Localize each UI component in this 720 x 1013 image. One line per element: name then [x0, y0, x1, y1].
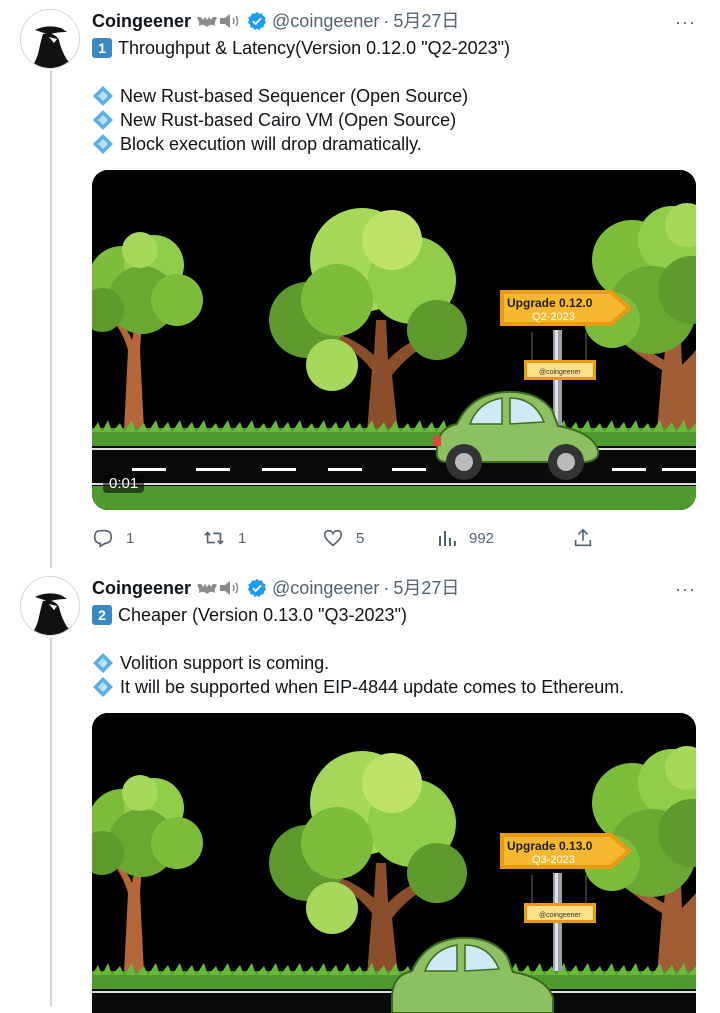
video-player[interactable]: Upgrade 0.12.0 Q2-2023 @coingeener 0:01 [92, 170, 696, 510]
reply-count: 1 [126, 529, 135, 547]
tweet-headline: 1 Throughput & Latency(Version 0.12.0 "Q… [92, 36, 510, 60]
bullet-item: Volition support is coming. [92, 651, 624, 675]
headline-text: Throughput & Latency(Version 0.12.0 "Q2-… [118, 38, 511, 58]
author-name[interactable]: Coingeener [92, 10, 191, 32]
bullet-item: Block execution will drop dramatically. [92, 132, 510, 156]
tweet-text: 1 Throughput & Latency(Version 0.12.0 "Q… [92, 36, 510, 156]
retweet-count: 1 [238, 529, 247, 547]
reply-icon [93, 529, 113, 548]
author-name[interactable]: Coingeener [92, 577, 191, 599]
tweet[interactable]: Coingeener @coingeener · 5月27日 ··· 1 Thr… [0, 0, 720, 568]
tweet-date[interactable]: 5月27日 [393, 10, 459, 32]
separator-dot: · [383, 11, 390, 31]
author-handle[interactable]: @coingeener [272, 10, 379, 32]
headline-text: Cheaper (Version 0.13.0 "Q3-2023") [118, 605, 407, 625]
bullet-text: Block execution will drop dramatically. [120, 134, 422, 154]
more-options-icon[interactable]: ··· [675, 579, 696, 600]
name-emoji [196, 580, 243, 596]
video-frame: Upgrade 0.13.0 Q3-2023 @coingeener [92, 713, 696, 1013]
name-emoji [196, 13, 243, 29]
view-count: 992 [469, 529, 495, 547]
verified-badge-icon[interactable] [247, 578, 267, 598]
sign-subtitle: Q2-2023 [532, 311, 575, 323]
bullet-text: New Rust-based Sequencer (Open Source) [120, 86, 469, 106]
sign-plate-text: @coingeener [539, 369, 581, 376]
separator-dot: · [383, 578, 390, 598]
video-timestamp: 0:01 [103, 474, 145, 493]
tweet-text: 2 Cheaper (Version 0.13.0 "Q3-2023") Vol… [92, 603, 624, 699]
speaker-emoji-icon [220, 581, 239, 595]
tweet-headline: 2 Cheaper (Version 0.13.0 "Q3-2023") [92, 603, 624, 627]
views-chart-icon [439, 531, 456, 546]
diamond-dot-icon [93, 677, 113, 697]
sign-title: Upgrade 0.13.0 [507, 839, 593, 853]
retweet-icon [204, 531, 224, 545]
retweet-button[interactable]: 1 [202, 527, 322, 549]
tweet-header: Coingeener @coingeener · 5月27日 [92, 10, 459, 32]
video-frame: Upgrade 0.12.0 Q2-2023 @coingeener [92, 170, 696, 510]
heart-icon [323, 529, 343, 547]
views-button[interactable]: 992 [437, 528, 572, 548]
reply-button[interactable]: 1 [92, 527, 202, 549]
road [92, 446, 696, 486]
tweet[interactable]: Coingeener @coingeener · 5月27日 ··· 2 Che… [0, 567, 720, 1013]
bullet-item: New Rust-based Cairo VM (Open Source) [92, 108, 510, 132]
bullet-item: It will be supported when EIP-4844 updat… [92, 675, 624, 699]
bullet-text: Volition support is coming. [120, 653, 330, 673]
share-button[interactable] [572, 527, 606, 549]
avatar[interactable] [20, 576, 80, 636]
tweet-date[interactable]: 5月27日 [393, 577, 459, 599]
avatar[interactable] [20, 9, 80, 69]
bullet-text: New Rust-based Cairo VM (Open Source) [120, 110, 457, 130]
author-handle[interactable]: @coingeener [272, 577, 379, 599]
more-options-icon[interactable]: ··· [675, 12, 696, 33]
sign-title: Upgrade 0.12.0 [507, 296, 593, 310]
tweet-actions: 1 1 5 992 [92, 526, 612, 550]
share-icon [574, 528, 592, 547]
diamond-dot-icon [93, 134, 113, 154]
bat-emoji-icon [197, 16, 218, 27]
tweet-header: Coingeener @coingeener · 5月27日 [92, 577, 459, 599]
like-count: 5 [356, 529, 365, 547]
verified-badge-icon[interactable] [247, 11, 267, 31]
keycap-number-icon: 1 [92, 38, 112, 58]
sign-plate-text: @coingeener [539, 912, 581, 919]
diamond-dot-icon [93, 653, 113, 673]
bullet-item: New Rust-based Sequencer (Open Source) [92, 84, 510, 108]
sign-subtitle: Q3-2023 [532, 854, 575, 866]
diamond-dot-icon [93, 86, 113, 106]
keycap-number-icon: 2 [92, 605, 112, 625]
bat-emoji-icon [197, 583, 218, 594]
like-button[interactable]: 5 [322, 527, 437, 549]
speaker-emoji-icon [220, 14, 239, 28]
diamond-dot-icon [93, 110, 113, 130]
bullet-text: It will be supported when EIP-4844 updat… [120, 677, 625, 697]
video-player[interactable]: Upgrade 0.13.0 Q3-2023 @coingeener [92, 713, 696, 1013]
